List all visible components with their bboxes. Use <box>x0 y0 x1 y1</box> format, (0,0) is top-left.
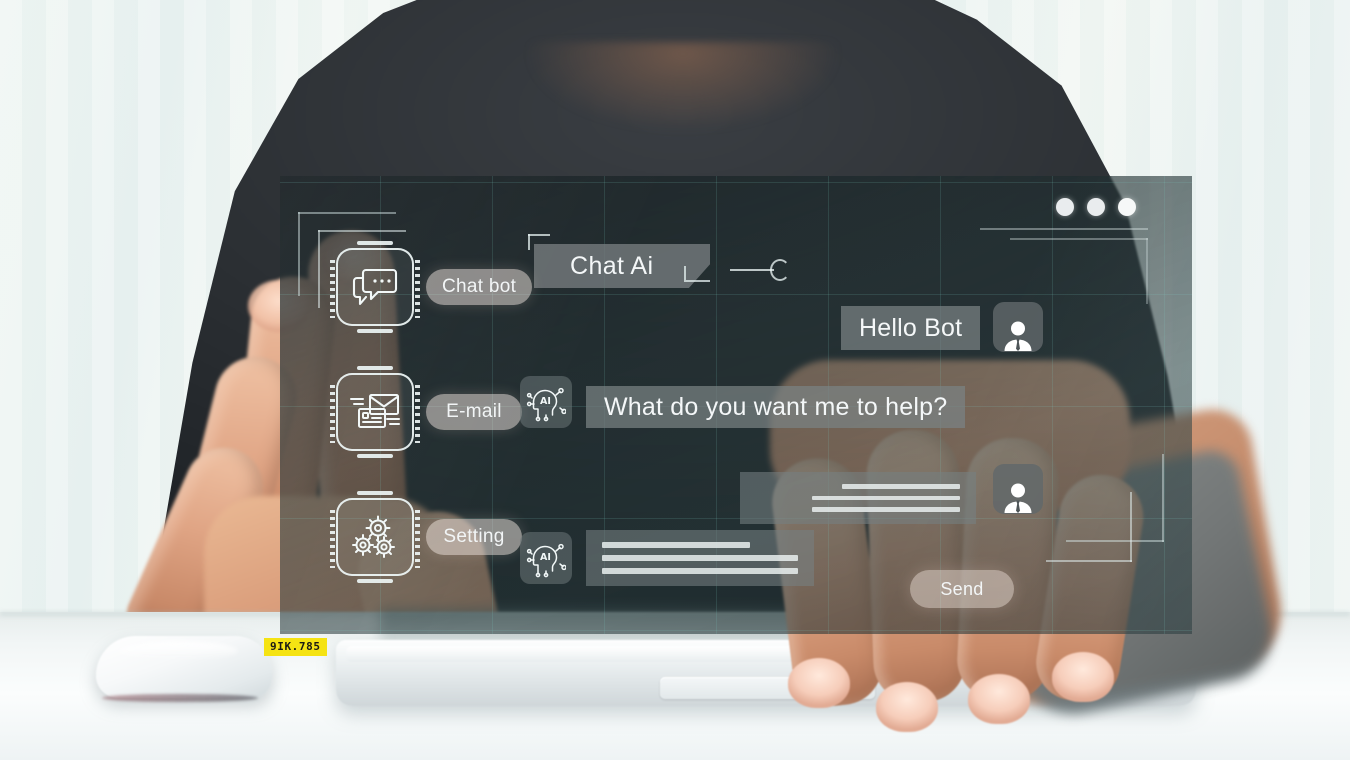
mouse-highlight <box>118 641 238 661</box>
message-line <box>602 542 750 548</box>
ai-head-icon: AI <box>520 532 572 584</box>
message-line <box>812 495 960 501</box>
chat-message-text: What do you want me to help? <box>604 392 948 421</box>
user-avatar-icon <box>993 464 1043 514</box>
svg-text:AI: AI <box>540 552 551 563</box>
sidebar-item-chat-bot-label[interactable]: Chat bot <box>426 269 533 305</box>
user-avatar-icon <box>993 302 1043 352</box>
close-dot[interactable] <box>1118 198 1136 216</box>
user-avatar-glyph <box>1004 483 1032 513</box>
chip-tab-bottom <box>357 329 393 333</box>
right-index-nail <box>788 658 850 708</box>
ai-head-glyph: AI <box>526 387 566 422</box>
title-connector-node-icon <box>770 259 790 281</box>
email-glyph <box>350 394 400 428</box>
chat-bubble-glyph <box>352 268 398 306</box>
right-middle-nail <box>876 682 938 732</box>
title-connector-line <box>730 269 774 271</box>
chat-message-text: Hello Bot <box>859 313 963 342</box>
chat-message-bot-lines <box>586 530 814 586</box>
message-line <box>812 507 960 513</box>
person-collar <box>528 42 838 162</box>
chip-tab-top <box>357 366 393 370</box>
gears-icon[interactable] <box>330 491 420 583</box>
panel-title-group: Chat Ai <box>528 234 790 288</box>
maximize-dot[interactable] <box>1087 198 1105 216</box>
right-ring-nail <box>968 674 1030 724</box>
chat-message-user-hello: Hello Bot <box>841 306 981 350</box>
right-little-nail <box>1052 652 1114 702</box>
window-controls[interactable] <box>1056 198 1136 216</box>
chip-tab-bottom <box>357 454 393 458</box>
ai-head-icon: AI <box>520 376 572 428</box>
chat-message-user-lines <box>740 472 976 524</box>
send-button-label: Send <box>940 578 984 599</box>
email-envelope-icon[interactable] <box>330 366 420 458</box>
header-rule-vertical <box>1146 238 1148 304</box>
page-title-text: Chat Ai <box>570 251 654 280</box>
send-button[interactable]: Send <box>910 570 1014 608</box>
sidebar-item-chat-bot[interactable]: Chat bot <box>330 241 533 333</box>
message-line <box>602 555 798 561</box>
ai-head-glyph: AI <box>526 543 566 578</box>
minimize-dot[interactable] <box>1056 198 1074 216</box>
chip-tab-top <box>357 491 393 495</box>
gears-glyph <box>352 515 395 558</box>
user-avatar-glyph <box>1004 321 1032 351</box>
header-rule-bottom <box>1010 238 1148 240</box>
sidebar-item-setting[interactable]: Setting <box>330 491 522 583</box>
sidebar-item-setting-label[interactable]: Setting <box>426 519 522 555</box>
chat-message-bot-prompt: What do you want me to help? <box>586 386 966 428</box>
chip-tab-top <box>357 241 393 245</box>
screenshot-root: 9IK.785 Chat Ai Chat bot E-mail Setting … <box>0 0 1350 760</box>
svg-text:AI: AI <box>540 396 551 407</box>
keyboard-badge-label: 9IK.785 <box>264 638 327 656</box>
sidebar-item-email[interactable]: E-mail <box>330 366 522 458</box>
header-rule-top <box>980 228 1148 230</box>
hologram-chat-panel: Chat Ai Chat bot E-mail Setting AI AI He… <box>280 176 1192 634</box>
sidebar-item-email-label[interactable]: E-mail <box>426 394 522 430</box>
message-line <box>602 568 798 574</box>
chat-bubble-icon[interactable] <box>330 241 420 333</box>
message-line <box>842 484 960 489</box>
chip-tab-bottom <box>357 579 393 583</box>
